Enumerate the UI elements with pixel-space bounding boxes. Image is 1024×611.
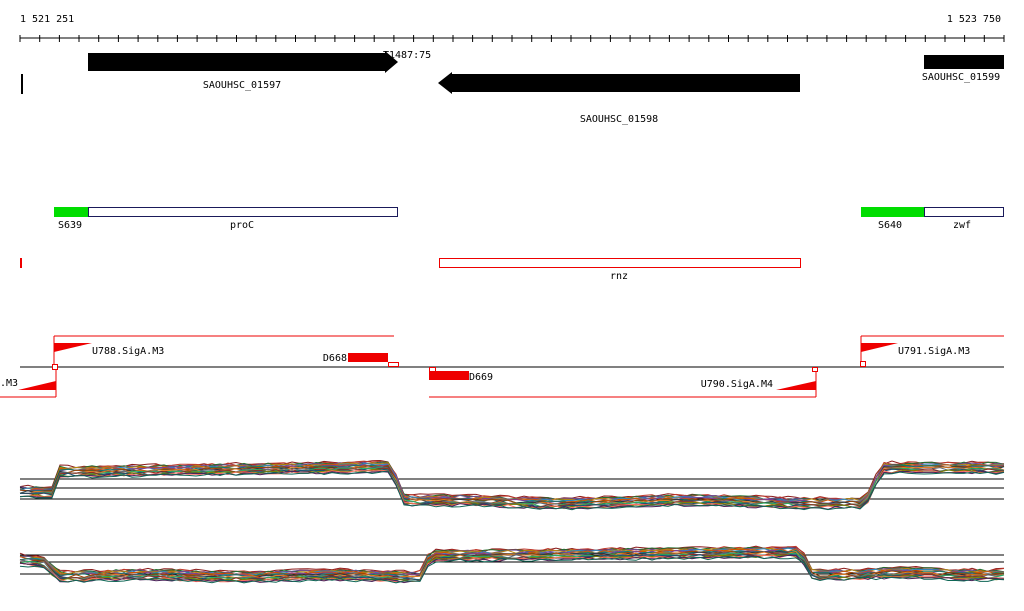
ruler-end-label: 1 523 750 bbox=[947, 14, 1001, 25]
gene-label-01598: SAOUHSC_01598 bbox=[580, 114, 658, 125]
label-s639: S639 bbox=[58, 220, 82, 231]
coordinate-ruler: 1 521 251 1 523 750 bbox=[19, 14, 1005, 42]
sigma-block-s640[interactable] bbox=[861, 207, 924, 217]
label-zwf: zwf bbox=[953, 220, 971, 231]
gene-arrow-01597[interactable] bbox=[88, 51, 398, 73]
operon-box-rnz[interactable] bbox=[439, 258, 801, 268]
gene-label-01597: SAOUHSC_01597 bbox=[203, 80, 281, 91]
promoter-flag-m3-left[interactable] bbox=[18, 381, 56, 390]
promoter-flag-u790[interactable] bbox=[776, 381, 816, 390]
promoter-flag-u791[interactable] bbox=[861, 343, 898, 352]
expression-track-reverse bbox=[19, 545, 1005, 584]
genome-track-canvas: 1 521 251 1 523 750 T1487:75 SAOUHSC_015… bbox=[0, 14, 1005, 584]
ruler-start-label: 1 521 251 bbox=[20, 14, 74, 25]
genome-browser-view: 1 521 251 1 523 750 T1487:75 SAOUHSC_015… bbox=[0, 0, 1024, 611]
label-m3-left: .M3 bbox=[0, 378, 18, 389]
red-edge-marker bbox=[20, 258, 22, 268]
terminator-d669-start bbox=[429, 367, 436, 372]
tss-marker-u791 bbox=[860, 361, 866, 367]
label-d668: D668 bbox=[323, 353, 347, 364]
gene-arrow-01598[interactable] bbox=[438, 72, 800, 94]
terminator-d668-end bbox=[388, 362, 399, 367]
gene-label-01599: SAOUHSC_01599 bbox=[922, 72, 1000, 83]
label-s640: S640 bbox=[878, 220, 902, 231]
expression-track-forward bbox=[19, 459, 1005, 511]
sigma-block-s639[interactable] bbox=[54, 207, 88, 217]
promoter-flag-u788[interactable] bbox=[54, 343, 92, 352]
tss-marker-u788 bbox=[52, 364, 58, 370]
terminator-d669[interactable] bbox=[429, 371, 469, 380]
label-u790: U790.SigA.M4 bbox=[701, 379, 773, 390]
promoter-track: U788.SigA.M3 .M3 D668 D669 U790.SigA.M4 … bbox=[0, 335, 1004, 398]
label-u791: U791.SigA.M3 bbox=[898, 346, 970, 357]
terminator-d668[interactable] bbox=[348, 353, 388, 362]
operon-track: S639 proC S640 zwf rnz bbox=[20, 207, 1004, 282]
label-proc: proC bbox=[230, 220, 254, 231]
label-d669: D669 bbox=[469, 372, 493, 383]
gene-track: SAOUHSC_01597 SAOUHSC_01598 SAOUHSC_0159… bbox=[21, 51, 1004, 125]
tss-marker-u790 bbox=[812, 367, 818, 372]
label-u788: U788.SigA.M3 bbox=[92, 346, 164, 357]
operon-box-zwf[interactable] bbox=[924, 207, 1004, 217]
gene-block-01599[interactable] bbox=[924, 55, 1004, 69]
operon-box-proc[interactable] bbox=[88, 207, 398, 217]
label-rnz: rnz bbox=[610, 271, 628, 282]
